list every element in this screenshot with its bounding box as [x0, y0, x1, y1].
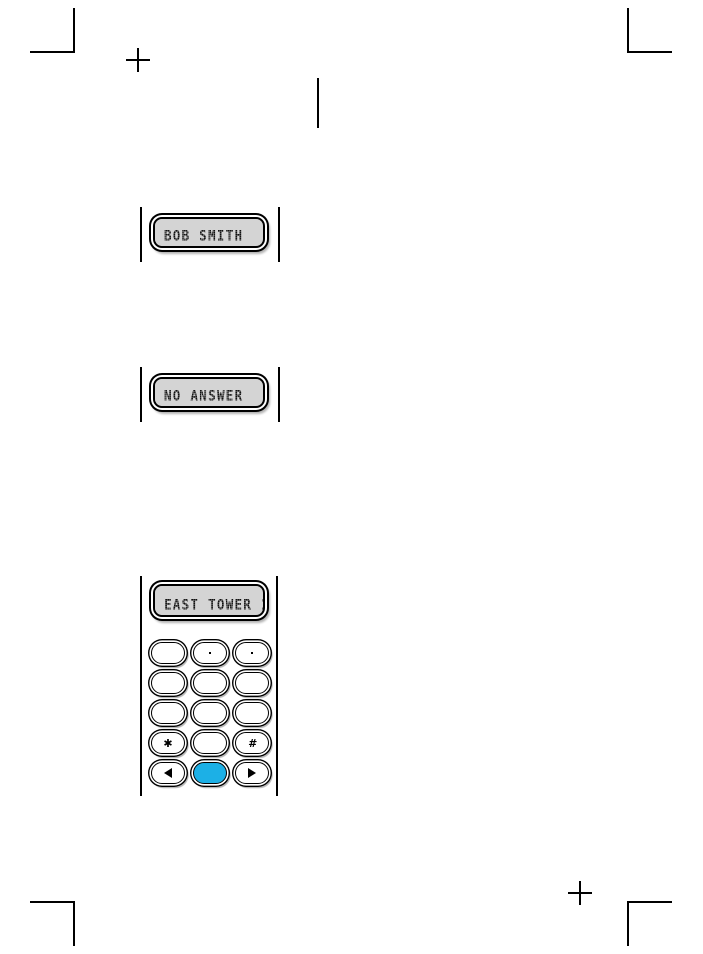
- arrow-left-icon: [164, 768, 172, 778]
- key-hash-label: #: [248, 736, 256, 750]
- key-8[interactable]: [193, 702, 227, 724]
- key-3[interactable]: [235, 642, 269, 664]
- key-dot-icon: [208, 651, 212, 655]
- key-next-arrow-right[interactable]: [235, 762, 269, 784]
- key-select-blue[interactable]: [193, 762, 227, 784]
- alignment-tick-top: [317, 78, 319, 128]
- key-0[interactable]: [193, 732, 227, 754]
- key-star[interactable]: ✱: [151, 732, 185, 754]
- key-previous-arrow-left[interactable]: [151, 762, 185, 784]
- arrow-right-icon: [248, 768, 256, 778]
- keypad-row-5: [151, 762, 269, 784]
- key-6[interactable]: [235, 672, 269, 694]
- phone-body-right-edge: [278, 207, 280, 262]
- telephone-keypad[interactable]: ✱ #: [151, 642, 273, 790]
- no-answer-display-figure: NO ANSWER: [140, 367, 285, 422]
- key-dot-icon: [250, 651, 254, 655]
- lcd-screen-east-tower: EAST TOWER 1: [153, 584, 265, 617]
- phone-body-left-edge: [140, 367, 142, 422]
- keypad-row-2: [151, 672, 269, 694]
- lcd-screen-caller-id: BOB SMITH: [153, 217, 265, 248]
- phone-body-left-edge: [140, 207, 142, 262]
- phone-body-right-edge: [276, 576, 278, 796]
- keypad-display-figure: EAST TOWER 1 ✱ #: [140, 576, 285, 796]
- registration-cross-bottom-right: [568, 881, 592, 905]
- key-7[interactable]: [151, 702, 185, 724]
- key-4[interactable]: [151, 672, 185, 694]
- lcd-text-no-answer: NO ANSWER: [164, 386, 244, 405]
- key-2[interactable]: [193, 642, 227, 664]
- phone-body-left-edge: [140, 576, 142, 796]
- key-1[interactable]: [151, 642, 185, 664]
- key-hash[interactable]: #: [235, 732, 269, 754]
- phone-body-right-edge: [278, 367, 280, 422]
- key-9[interactable]: [235, 702, 269, 724]
- keypad-row-1: [151, 642, 269, 664]
- keypad-row-4: ✱ #: [151, 732, 269, 754]
- lcd-text-east-tower: EAST TOWER 1: [164, 595, 265, 614]
- key-star-label: ✱: [163, 736, 173, 750]
- lcd-screen-no-answer: NO ANSWER: [153, 377, 265, 408]
- registration-cross-top-left: [126, 48, 150, 72]
- page-canvas: BOB SMITH NO ANSWER EAST TOWER 1 ✱ #: [0, 0, 703, 954]
- key-5[interactable]: [193, 672, 227, 694]
- keypad-row-3: [151, 702, 269, 724]
- caller-id-display-figure: BOB SMITH: [140, 207, 285, 262]
- lcd-text-caller-id: BOB SMITH: [164, 226, 244, 245]
